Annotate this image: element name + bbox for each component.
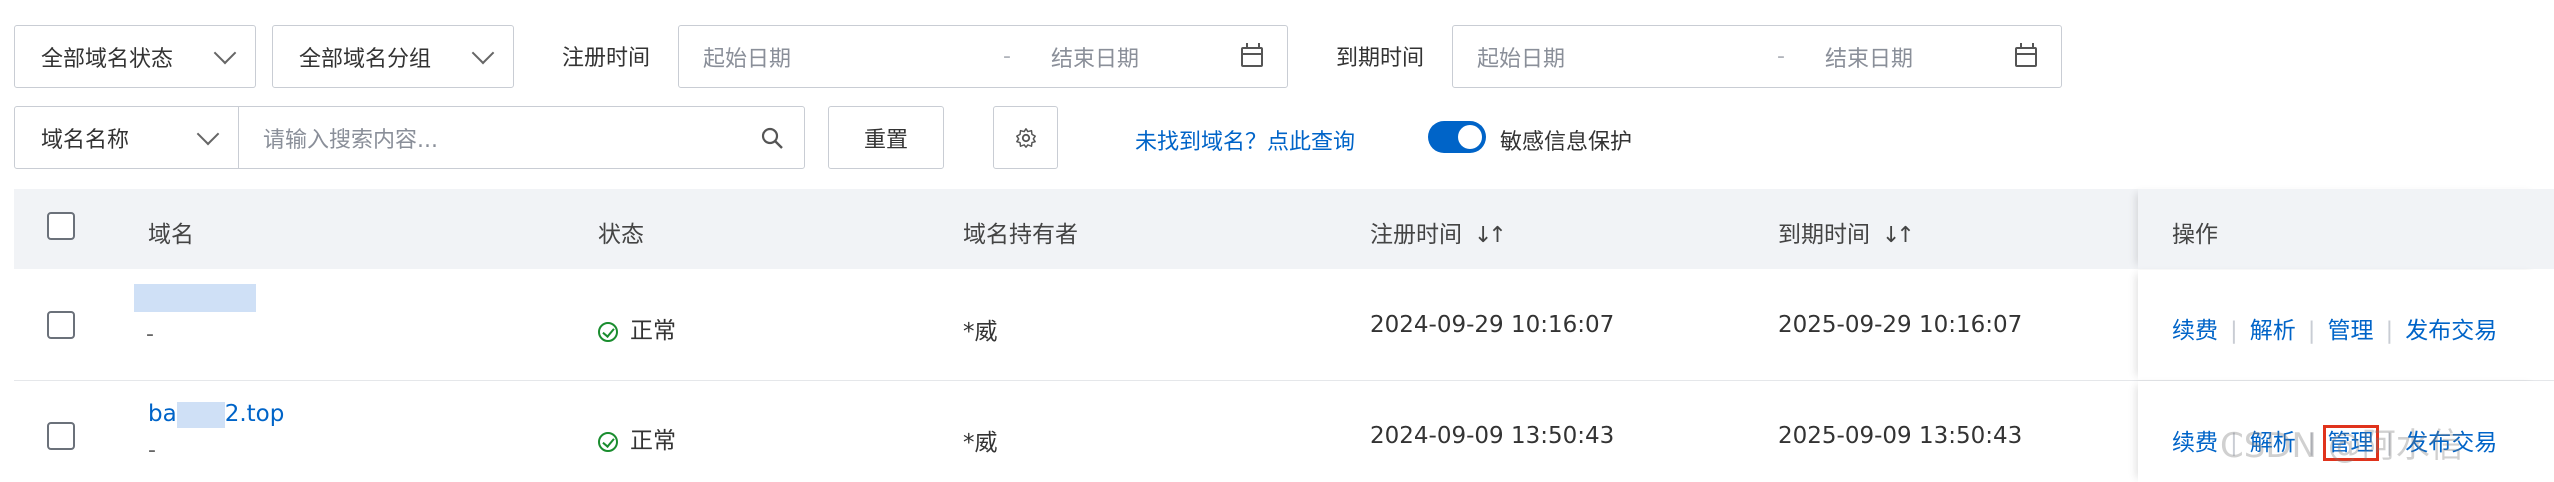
- status-cell: 正常: [598, 311, 676, 345]
- domain-not-found-link[interactable]: 未找到域名？点此查询: [1135, 124, 1355, 156]
- domain-name-prefix: ba: [148, 401, 177, 427]
- column-header-reg-time-label: 注册时间: [1370, 222, 1462, 248]
- column-header-holder: 域名持有者: [963, 222, 1078, 248]
- group-filter-value: 全部域名分组: [299, 46, 432, 72]
- exp-start-date-input[interactable]: 起始日期: [1477, 41, 1777, 73]
- reg-time-label: 注册时间: [562, 46, 651, 71]
- reset-button[interactable]: 重置: [828, 106, 944, 169]
- column-header-exp-time-label: 到期时间: [1778, 222, 1870, 248]
- renew-link[interactable]: 续费: [2172, 430, 2218, 456]
- group-filter-select[interactable]: 全部域名分组: [272, 25, 514, 88]
- watermark: CSDN @阿水信: [2220, 426, 2464, 466]
- sort-icon[interactable]: ↓↑: [1474, 223, 1507, 248]
- select-all-checkbox[interactable]: [47, 212, 75, 240]
- exp-time-cell: 2025-09-29 10:16:07: [1778, 312, 2023, 338]
- date-separator: -: [1777, 44, 1785, 69]
- row-checkbox[interactable]: [47, 311, 75, 339]
- domain-sub-text: -: [148, 437, 156, 463]
- reg-time-cell: 2024-09-29 10:16:07: [1370, 312, 1615, 338]
- status-filter-value: 全部域名状态: [41, 46, 174, 72]
- status-filter-select[interactable]: 全部域名状态: [14, 25, 256, 88]
- date-separator: -: [1003, 44, 1011, 69]
- search-field-select[interactable]: 域名名称: [14, 106, 239, 169]
- status-text: 正常: [630, 428, 676, 454]
- domain-name-link[interactable]: ba 2.top: [148, 401, 285, 428]
- search-placeholder: 请输入搜索内容...: [263, 127, 438, 153]
- row-actions: 续费 | 解析 | 管理 | 发布交易: [2172, 318, 2498, 344]
- redacted-domain[interactable]: [134, 284, 256, 312]
- reg-date-range[interactable]: 起始日期 - 结束日期: [678, 25, 1288, 88]
- reg-end-date-input[interactable]: 结束日期: [1051, 41, 1241, 73]
- reset-button-label: 重置: [863, 127, 908, 153]
- chevron-down-icon: [196, 122, 220, 145]
- column-header-actions: 操作: [2172, 222, 2218, 248]
- holder-cell: *威: [963, 319, 998, 345]
- exp-end-date-input[interactable]: 结束日期: [1825, 41, 2015, 73]
- column-header-status: 状态: [598, 222, 644, 248]
- toggle-knob: [1458, 125, 1482, 149]
- domain-cell: ba 2.top -: [148, 401, 284, 463]
- exp-date-range[interactable]: 起始日期 - 结束日期: [1452, 25, 2062, 88]
- search-input[interactable]: 请输入搜索内容...: [238, 106, 805, 169]
- reg-start-date-input[interactable]: 起始日期: [703, 41, 1003, 73]
- privacy-toggle-label: 敏感信息保护: [1500, 130, 1633, 155]
- redacted-domain: [176, 401, 225, 428]
- chevron-down-icon: [213, 41, 237, 64]
- settings-button[interactable]: [993, 106, 1058, 169]
- search-icon[interactable]: [760, 126, 784, 150]
- exp-time-cell: 2025-09-09 13:50:43: [1778, 423, 2023, 449]
- calendar-icon[interactable]: [1241, 42, 1263, 67]
- column-header-reg-time[interactable]: 注册时间 ↓↑: [1370, 215, 1507, 249]
- check-circle-icon: [598, 432, 618, 452]
- column-header-exp-time[interactable]: 到期时间 ↓↑: [1778, 215, 1915, 249]
- publish-trade-link[interactable]: 发布交易: [2405, 318, 2497, 344]
- check-circle-icon: [598, 322, 618, 342]
- domain-name-suffix: 2.top: [224, 401, 285, 427]
- reg-time-cell: 2024-09-09 13:50:43: [1370, 423, 1615, 449]
- dns-link[interactable]: 解析: [2250, 318, 2296, 344]
- gear-icon: [1015, 127, 1036, 148]
- status-text: 正常: [630, 318, 676, 344]
- status-cell: 正常: [598, 421, 676, 455]
- actions-column-header: 操作: [2138, 189, 2540, 269]
- domain-cell: -: [134, 284, 256, 347]
- manage-link[interactable]: 管理: [2328, 318, 2374, 344]
- sort-icon[interactable]: ↓↑: [1882, 223, 1915, 248]
- row-checkbox[interactable]: [47, 422, 75, 450]
- exp-time-label: 到期时间: [1336, 46, 1425, 71]
- chevron-down-icon: [471, 41, 495, 64]
- calendar-icon[interactable]: [2015, 42, 2037, 67]
- renew-link[interactable]: 续费: [2172, 318, 2218, 344]
- column-header-domain: 域名: [148, 222, 194, 248]
- search-field-value: 域名名称: [41, 127, 130, 153]
- holder-cell: *威: [963, 430, 998, 456]
- domain-sub-text: -: [146, 322, 154, 347]
- privacy-toggle[interactable]: [1428, 121, 1486, 153]
